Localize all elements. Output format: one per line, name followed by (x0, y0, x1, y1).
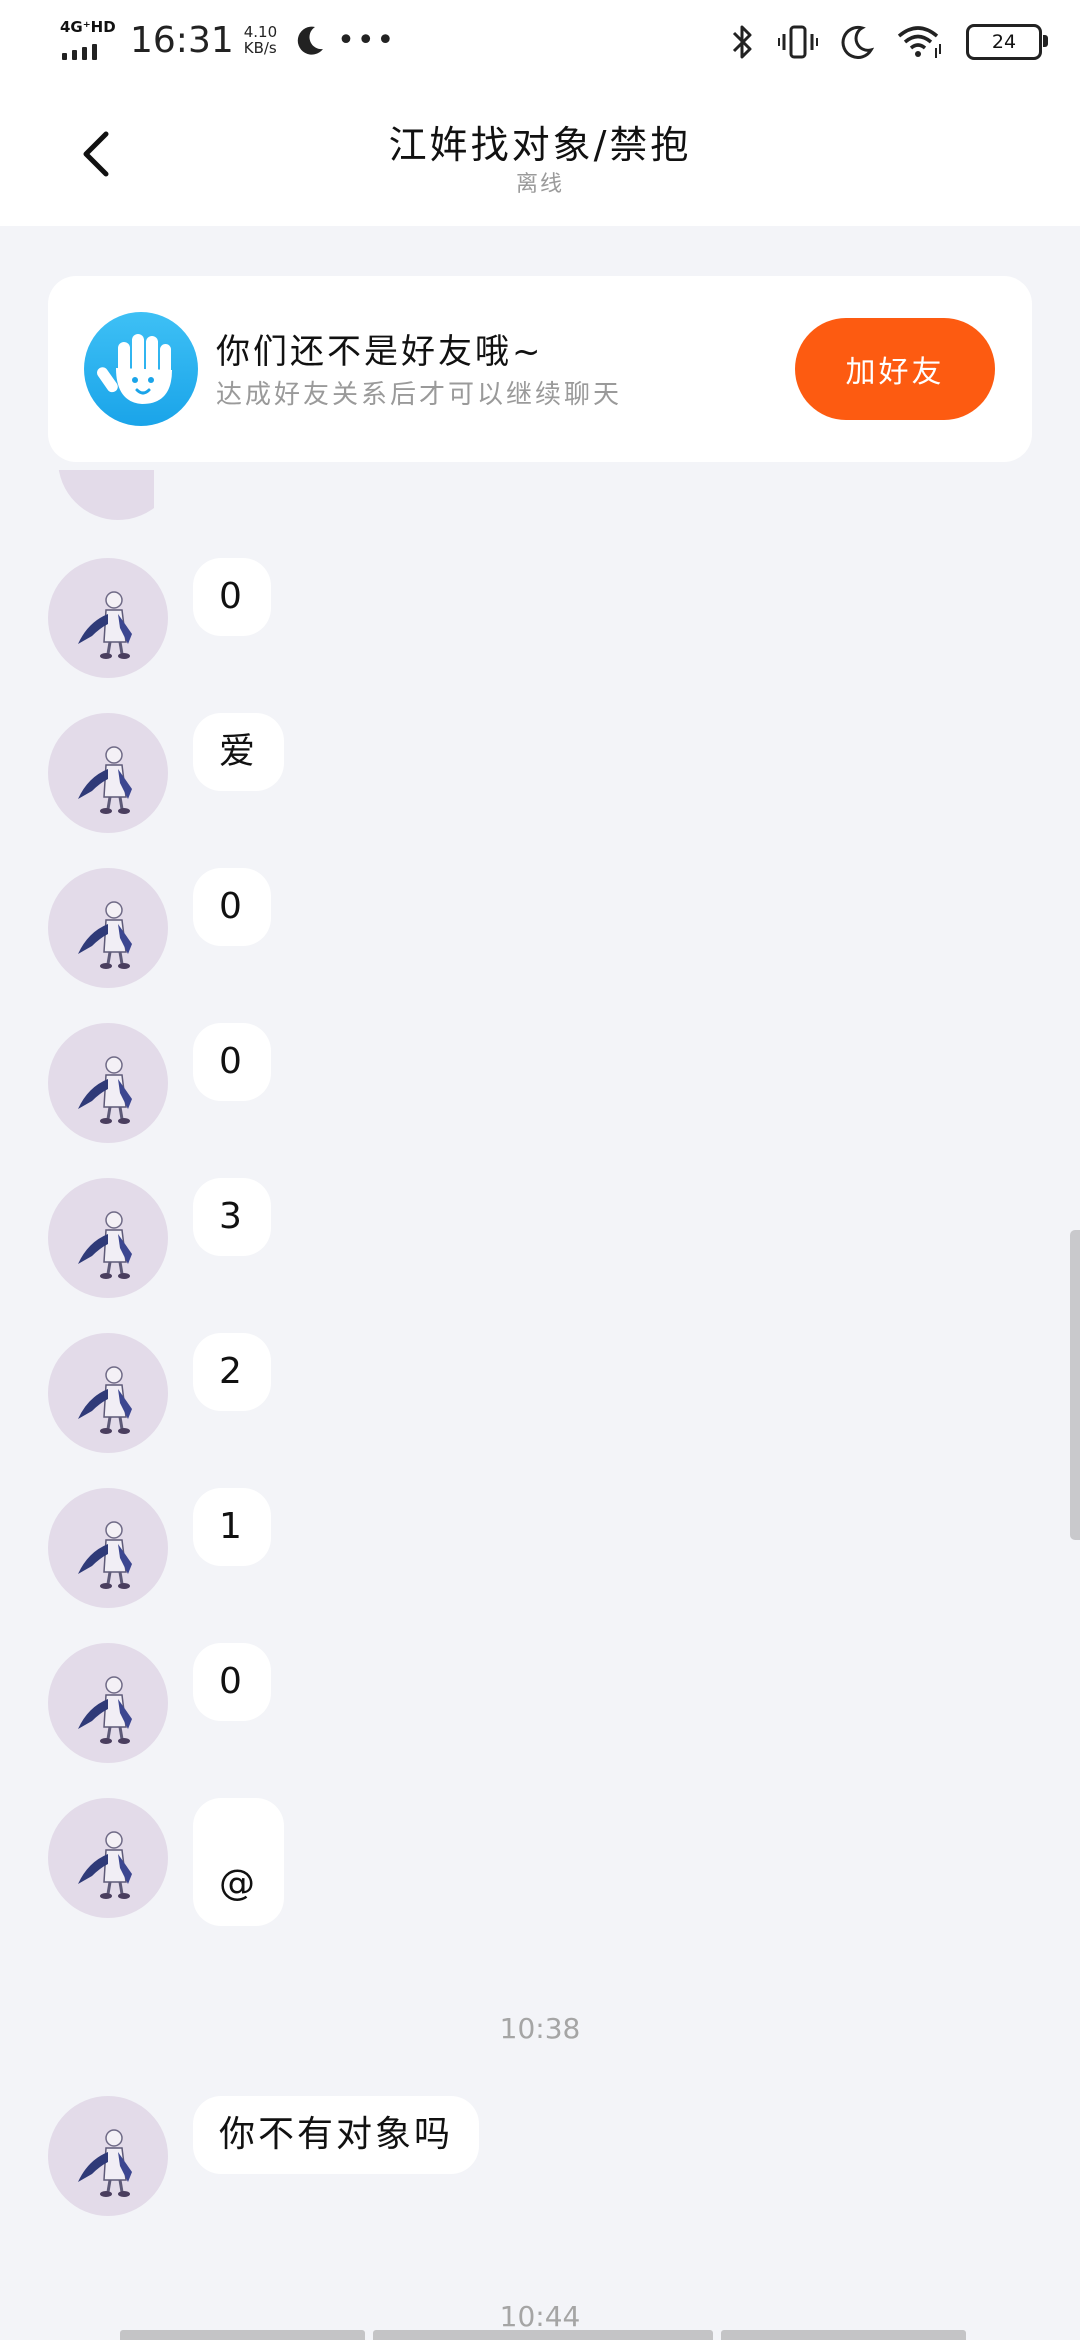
avatar[interactable] (48, 558, 168, 678)
message-bubble[interactable]: 3 (193, 1178, 271, 1256)
speed-unit: KB/s (243, 39, 277, 57)
message-bubble[interactable]: 2 (193, 1333, 271, 1411)
message-bubble[interactable]: 爱 (193, 713, 285, 791)
battery-icon: 24 (966, 24, 1048, 60)
contact-name: 江姩找对象/禁抱 (388, 123, 692, 167)
moon-icon (841, 25, 874, 59)
avatar[interactable] (48, 1643, 168, 1763)
speed-value: 4.10 (243, 23, 278, 41)
avatar[interactable] (48, 1333, 168, 1453)
time-separator: 10:38 (499, 2012, 581, 2045)
message-bubble[interactable]: 1 (193, 1488, 271, 1566)
message-bubble[interactable]: 0 (193, 868, 271, 946)
not-friends-card: 你们还不是好友哦~ 达成好友关系后才可以继续聊天 加好友 (48, 276, 1032, 462)
add-friend-button[interactable]: 加好友 (795, 318, 995, 420)
status-right: 24 (730, 20, 1048, 64)
avatar[interactable] (58, 470, 154, 522)
online-status: 离线 (515, 172, 564, 197)
more-notifications-icon: ••• (337, 22, 397, 58)
not-friends-title: 你们还不是好友哦~ (216, 332, 544, 372)
input-bar-edge (120, 2330, 966, 2340)
avatar[interactable] (48, 713, 168, 833)
message-bubble[interactable]: 你不有对象吗 (193, 2096, 480, 2174)
battery-level: 24 (991, 31, 1017, 53)
network-speed: 4.10 KB/s (244, 24, 277, 56)
status-time: 16:31 (130, 19, 234, 61)
message-bubble[interactable]: 0 (193, 558, 271, 636)
avatar[interactable] (48, 868, 168, 988)
avatar[interactable] (48, 1798, 168, 1918)
do-not-disturb-icon (297, 26, 324, 55)
cellular-signal-icon: 4G⁺HD (58, 18, 116, 62)
message-bubble[interactable]: 0 (193, 1023, 271, 1101)
message-bubble[interactable]: @ (193, 1798, 284, 1926)
avatar[interactable] (48, 1178, 168, 1298)
vibrate-icon (778, 25, 818, 59)
network-type: 4G⁺HD (60, 18, 116, 36)
hand-wave-icon (84, 312, 198, 426)
avatar[interactable] (48, 1488, 168, 1608)
not-friends-description: 达成好友关系后才可以继续聊天 (216, 380, 623, 410)
message-bubble[interactable]: 0 (193, 1643, 271, 1721)
time-separator: 10:44 (499, 2300, 581, 2333)
avatar[interactable] (48, 1023, 168, 1143)
status-left: 4G⁺HD 16:31 4.10 KB/s ••• (58, 18, 396, 62)
avatar[interactable] (48, 2096, 168, 2216)
chat-header: 江姩找对象/禁抱 离线 (0, 80, 1080, 226)
scrollbar[interactable] (1070, 1230, 1080, 1540)
bluetooth-icon (732, 25, 752, 59)
wifi-icon (897, 26, 941, 58)
status-bar: 4G⁺HD 16:31 4.10 KB/s ••• 24 (0, 0, 1080, 80)
